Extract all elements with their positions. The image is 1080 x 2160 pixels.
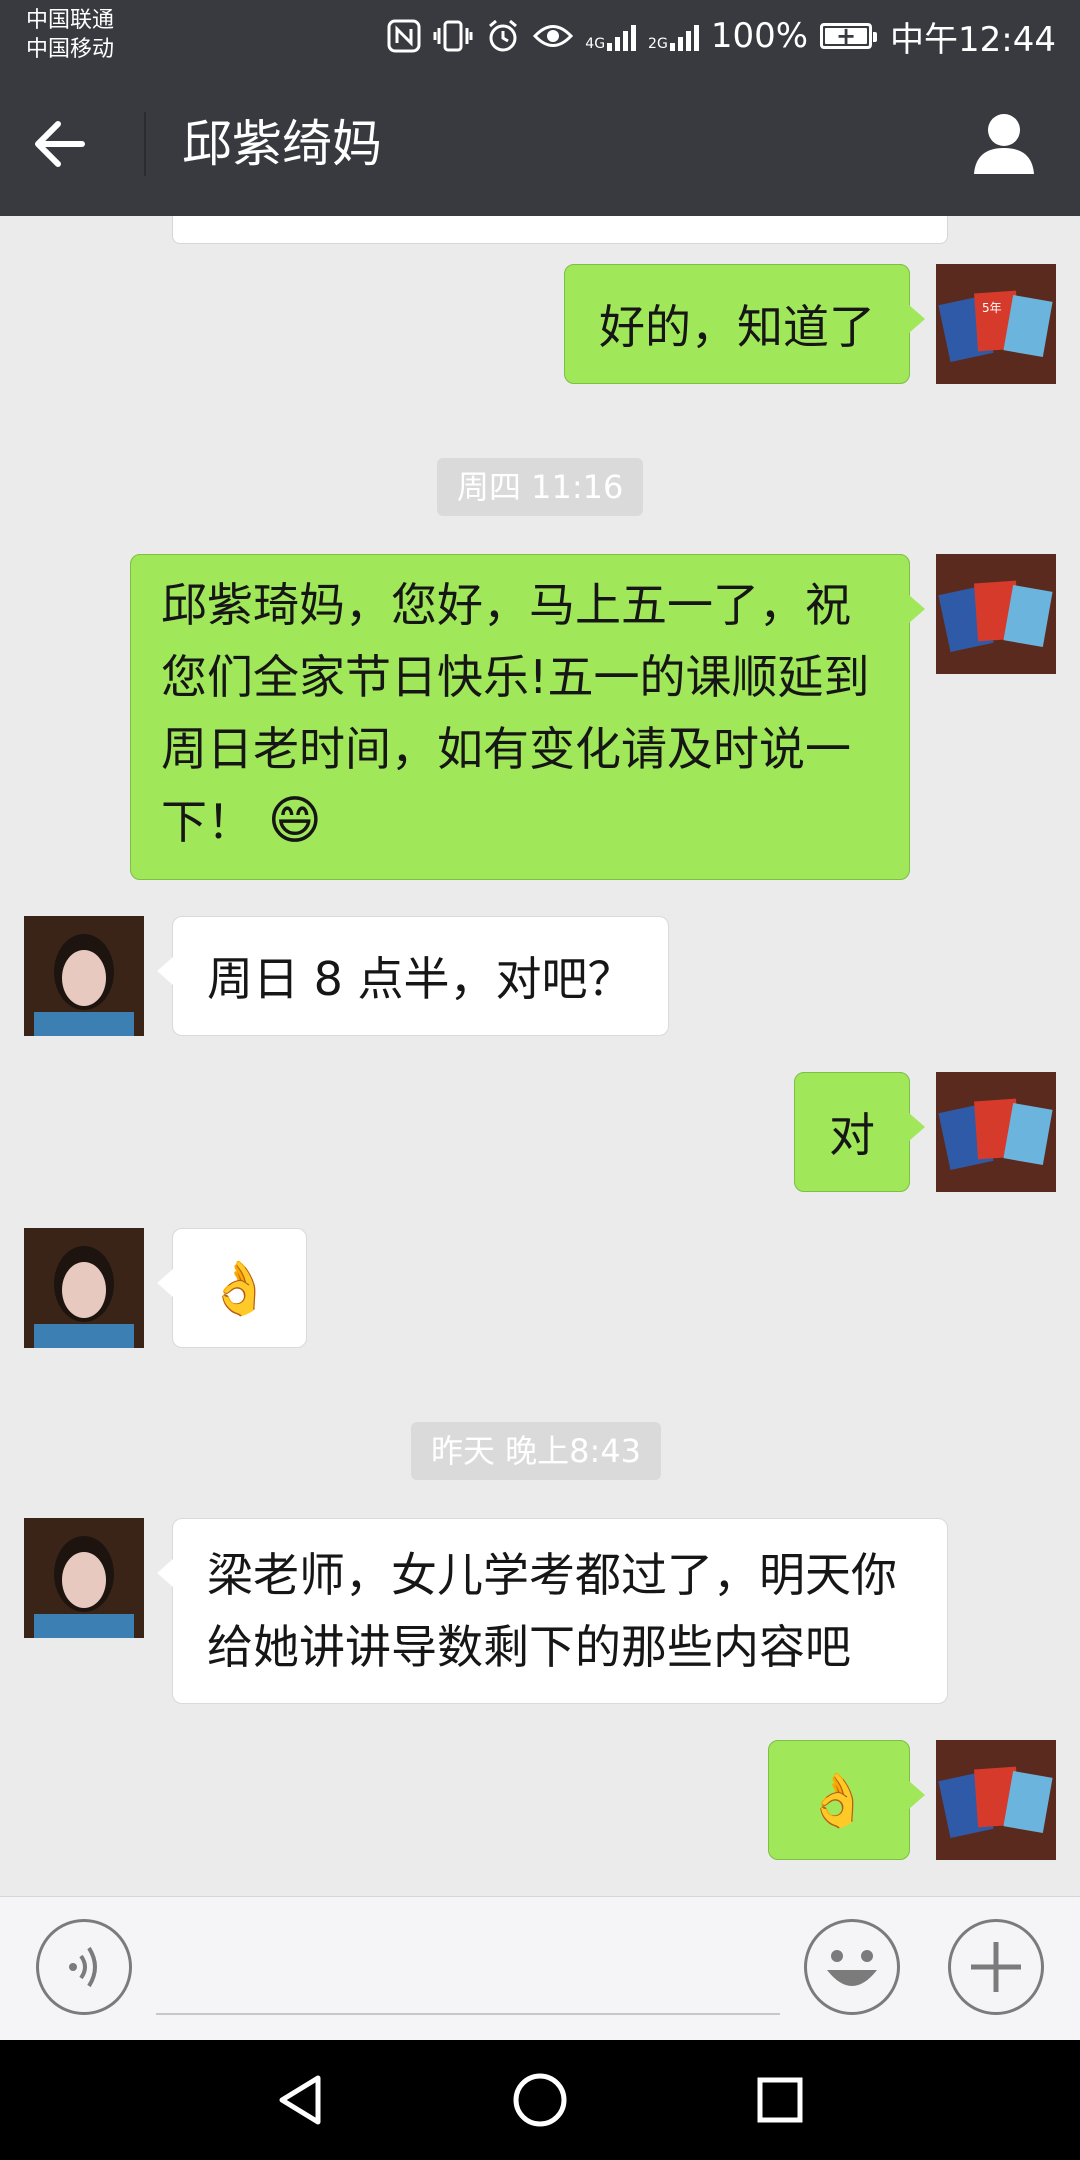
self-avatar[interactable]: 5年 [936,264,1056,384]
self-avatar[interactable] [936,1072,1056,1192]
battery-icon: + [820,22,878,50]
message-text: 对 [829,1108,875,1162]
message-text-line: 下！ 😄 [161,785,879,858]
message-bubble[interactable]: 邱紫琦妈，您好，马上五一了，祝 您们全家节日快乐!五一的课顺延到 周日老时间，如… [130,554,925,880]
contact-avatar[interactable] [24,1518,144,1638]
previous-message-bubble[interactable] [172,216,948,244]
svg-text:5年: 5年 [982,301,1002,315]
message-bubble[interactable]: 好的，知道了 [564,264,925,384]
status-bar: 中国联通 中国移动 4G 2G 100% + 中午12:44 [0,0,1080,72]
carrier-info: 中国联通 中国移动 [26,6,114,64]
avatar-books-image [936,1072,1056,1192]
home-circle-icon[interactable] [510,2070,570,2130]
nfc-icon [387,19,421,53]
contact-avatar[interactable] [24,916,144,1036]
emoji-button[interactable] [804,1919,900,2015]
net-label-2g: 2G [648,36,668,52]
self-avatar[interactable] [936,554,1056,674]
message-bubble[interactable]: 👌 [768,1740,925,1860]
status-icons: 4G 2G 100% + 中午12:44 [387,14,1056,60]
clock: 中午12:44 [890,19,1056,60]
voice-icon [69,1946,97,1988]
contact-avatar[interactable] [24,1228,144,1348]
message-list[interactable]: 5年 好的，知道了 周四 11:16 邱紫琦妈，您好，马上五一了，祝 您们全家节… [0,216,1080,1896]
more-button[interactable] [948,1919,1044,2015]
carrier-2: 中国移动 [26,37,115,62]
carrier-1: 中国联通 [26,8,115,33]
chat-info-button[interactable] [968,108,1040,180]
message-bubble[interactable]: 周日 8 点半，对吧？ [157,916,669,1036]
alarm-icon [489,19,518,52]
voice-button[interactable] [36,1919,132,2015]
battery-percent: 100% [710,16,809,56]
plus-icon [971,1942,1021,1992]
eye-icon [533,25,574,47]
grin-emoji-icon: 😄 [267,791,322,851]
person-icon [974,114,1034,174]
network-2g: 2G [648,21,699,51]
header-divider [144,112,146,176]
message-text-line: 周日老时间，如有变化请及时说一 [161,722,851,776]
arrow-left-icon [35,121,85,167]
input-bar [0,1896,1080,2040]
message-text: 周日 8 点半，对吧？ [207,952,634,1006]
message-bubble[interactable]: 梁老师，女儿学考都过了，明天你 给她讲讲导数剩下的那些内容吧 [157,1518,948,1704]
chat-header: 邱紫绮妈 [0,72,1080,216]
system-nav-bar [0,2040,1080,2160]
avatar-photo-image [24,1228,144,1348]
message-text-line: 给她讲讲导数剩下的那些内容吧 [207,1620,851,1674]
net-label-4g: 4G [585,36,606,52]
back-button[interactable] [30,112,114,176]
message-input[interactable] [156,2013,780,2015]
back-triangle-icon[interactable] [270,2070,330,2130]
network-4g: 4G [585,21,637,52]
vibrate-icon [433,20,473,52]
message-bubble[interactable]: 对 [794,1072,925,1192]
time-divider: 昨天 晚上8:43 [411,1422,662,1480]
message-text-end: 下！ [161,795,253,849]
chat-title: 邱紫绮妈 [182,115,382,173]
avatar-books-image [936,554,1056,674]
avatar-books-image: 5年 [936,264,1056,384]
avatar-photo-image [24,1518,144,1638]
time-divider: 周四 11:16 [437,458,644,516]
message-text-line: 邱紫琦妈，您好，马上五一了，祝 [161,578,851,632]
message-bubble[interactable]: 👌 [157,1228,307,1348]
signal-icon [607,21,637,51]
avatar-photo-image [24,916,144,1036]
message-text: 好的，知道了 [599,300,875,354]
ok-hand-emoji-icon: 👌 [805,1771,870,1831]
message-text-line: 梁老师，女儿学考都过了，明天你 [207,1548,897,1602]
message-text-line: 您们全家节日快乐!五一的课顺延到 [161,650,870,704]
smiley-icon [827,1950,877,1986]
signal-icon [669,21,699,51]
ok-hand-emoji-icon: 👌 [207,1259,272,1319]
recents-square-icon[interactable] [750,2070,810,2130]
self-avatar[interactable] [936,1740,1056,1860]
avatar-books-image [936,1740,1056,1860]
